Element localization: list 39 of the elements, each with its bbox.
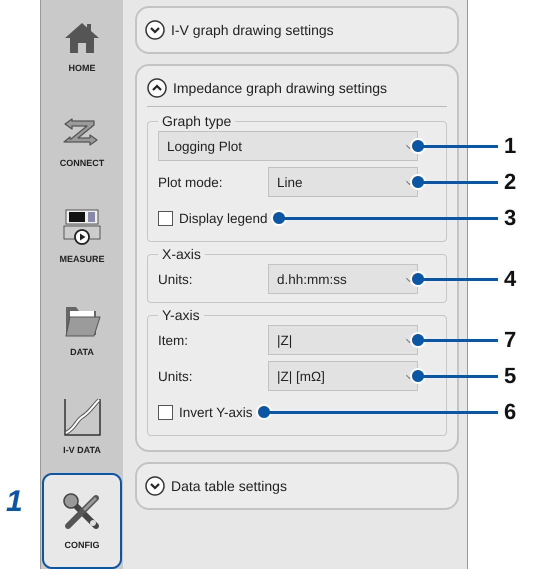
- section-header[interactable]: Impedance graph drawing settings: [147, 66, 447, 107]
- group-title: Graph type: [161, 113, 232, 129]
- checkbox[interactable]: [158, 404, 173, 420]
- callout-number: 6: [504, 399, 518, 425]
- house-icon: [63, 20, 101, 55]
- instrument-icon: [62, 208, 102, 246]
- callout-number: 4: [504, 266, 518, 292]
- sidebar-item[interactable]: CONFIG: [42, 473, 122, 569]
- sidebar-item[interactable]: HOME: [42, 8, 122, 86]
- group-title: X-axis: [161, 246, 202, 262]
- dropdown[interactable]: d.hh:mm:ss: [268, 264, 418, 294]
- callout-number: 5: [504, 363, 518, 389]
- checkbox-label: Invert Y-axis: [179, 404, 253, 420]
- field-label: Units:: [158, 272, 194, 286]
- dropdown[interactable]: Logging Plot: [158, 131, 418, 161]
- checkbox-label: Display legend: [179, 210, 268, 226]
- callout-number: 2: [504, 169, 518, 195]
- callout-number: 7: [504, 327, 518, 353]
- section-header[interactable]: Data table settings: [137, 464, 457, 508]
- dropdown[interactable]: |Z|: [268, 325, 418, 355]
- curve-chart-icon: [62, 396, 102, 437]
- sidebar-item[interactable]: MEASURE: [42, 197, 122, 276]
- dropdown[interactable]: Line: [268, 167, 418, 197]
- field-label: Plot mode:: [158, 174, 224, 190]
- section-header[interactable]: I-V graph drawing settings: [137, 8, 457, 52]
- field-label: Units:: [158, 368, 194, 384]
- sidebar-item[interactable]: DATA: [42, 292, 122, 370]
- group-title: Y-axis: [161, 307, 201, 323]
- expand-icon: [145, 476, 165, 496]
- collapse-icon: [147, 78, 167, 98]
- dropdown[interactable]: |Z| [mΩ]: [268, 361, 418, 391]
- field-label: Item:: [158, 332, 190, 348]
- sidebar-item[interactable]: CONNECT: [42, 102, 122, 180]
- callout-number: 3: [504, 205, 518, 231]
- callout-number: 1: [504, 133, 518, 159]
- expand-icon: [145, 20, 165, 40]
- checkbox[interactable]: [158, 210, 173, 226]
- sidebar-item[interactable]: I-V DATA: [42, 386, 122, 464]
- step-number: 1: [6, 485, 23, 519]
